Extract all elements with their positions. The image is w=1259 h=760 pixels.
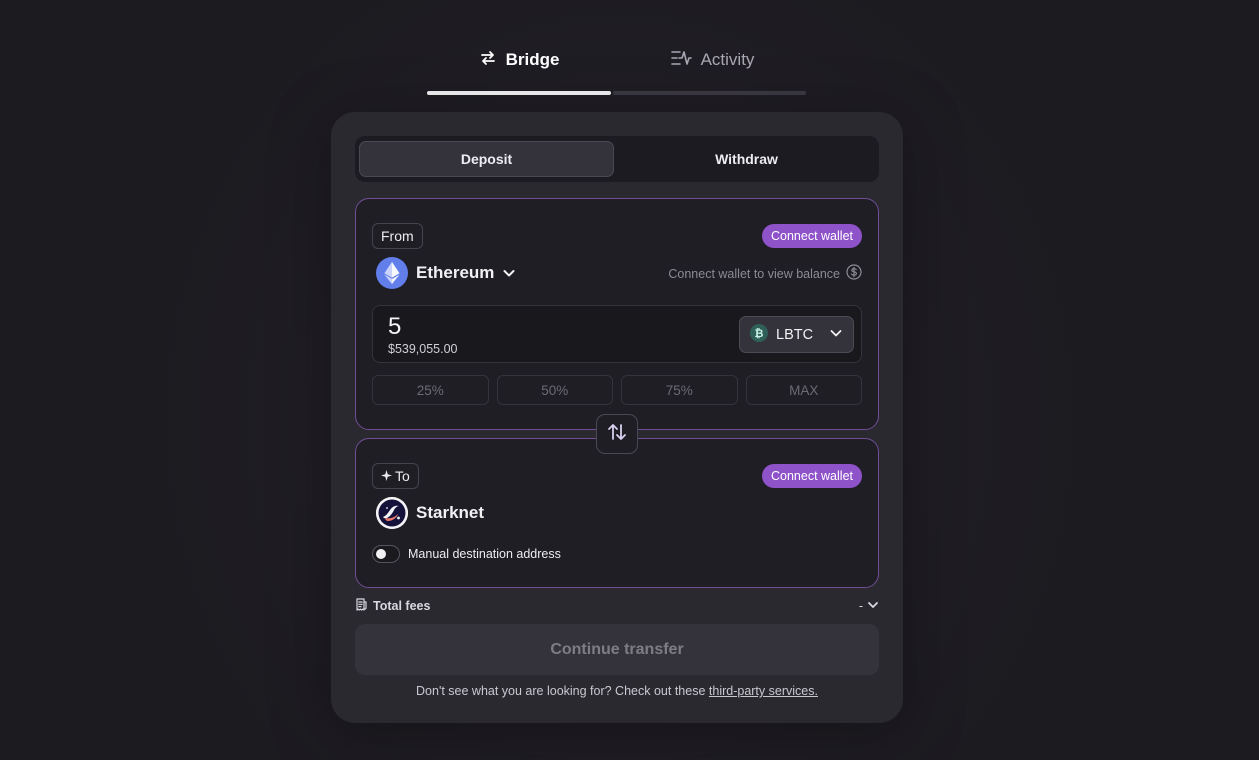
withdraw-button[interactable]: Withdraw	[618, 141, 875, 177]
top-tabs: Bridge Activity	[427, 40, 806, 96]
token-selector[interactable]: ₿ LBTC	[739, 316, 854, 353]
percent-buttons: 25% 50% 75% MAX	[372, 375, 862, 405]
tab-activity-label: Activity	[700, 50, 755, 69]
arrows-swap-icon	[479, 49, 497, 72]
sparkle-icon	[381, 468, 392, 484]
percent-25-button[interactable]: 25%	[372, 375, 489, 405]
fees-expand-toggle[interactable]: -	[859, 599, 879, 614]
total-fees: Total fees	[355, 598, 430, 614]
amount-input-box[interactable]: 5 $539,055.00 ₿ LBTC	[372, 305, 862, 363]
footer-note-text: Don't see what you are looking for? Chec…	[416, 684, 706, 698]
dollar-coin-icon	[846, 264, 862, 283]
chevron-down-icon[interactable]	[502, 266, 516, 280]
manual-address-label: Manual destination address	[408, 547, 561, 561]
bitcoin-token-icon: ₿	[750, 323, 768, 346]
active-tab-indicator	[427, 91, 611, 95]
ethereum-icon	[376, 257, 408, 289]
total-fees-value: -	[858, 599, 863, 613]
to-label-text: To	[395, 468, 410, 484]
from-chain-selector[interactable]: Ethereum	[376, 257, 516, 289]
toggle-knob	[376, 549, 386, 559]
max-button[interactable]: MAX	[745, 375, 862, 405]
token-name: LBTC	[776, 326, 814, 343]
to-chain-name: Starknet	[416, 503, 485, 522]
starknet-icon	[376, 497, 408, 529]
receipt-icon	[355, 598, 368, 614]
chevron-down-icon	[829, 326, 843, 344]
third-party-services-link[interactable]: third-party services.	[709, 684, 818, 698]
manual-address-toggle[interactable]	[372, 545, 400, 563]
to-chain-display: Starknet	[376, 497, 484, 529]
from-label-text: From	[381, 228, 414, 244]
percent-75-button[interactable]: 75%	[621, 375, 738, 405]
from-connect-wallet-button[interactable]: Connect wallet	[762, 224, 862, 248]
mode-switch: Deposit Withdraw	[355, 136, 879, 182]
manual-address-row: Manual destination address	[372, 545, 561, 563]
from-panel: From Connect wallet Ethereum Connect wal…	[355, 198, 879, 430]
bridge-card: Deposit Withdraw From Connect wallet Eth…	[331, 112, 903, 723]
swap-direction-button[interactable]	[596, 414, 638, 454]
swap-arrows-icon	[606, 421, 628, 448]
tab-bridge-label: Bridge	[505, 50, 560, 69]
to-label: To	[372, 463, 419, 489]
deposit-button[interactable]: Deposit	[359, 141, 614, 177]
tab-track	[613, 91, 806, 95]
percent-50-button[interactable]: 50%	[496, 375, 613, 405]
balance-hint: Connect wallet to view balance	[668, 264, 862, 283]
to-connect-wallet-button[interactable]: Connect wallet	[762, 464, 862, 488]
from-label: From	[372, 223, 423, 249]
chevron-down-icon	[867, 599, 879, 614]
tab-bridge[interactable]: Bridge	[427, 40, 611, 80]
footer-note: Don't see what you are looking for? Chec…	[331, 684, 903, 698]
tab-activity[interactable]: Activity	[619, 40, 806, 80]
amount-input[interactable]: 5	[388, 313, 401, 341]
to-panel: To Connect wallet Starknet Manual destin…	[355, 438, 879, 588]
balance-hint-text: Connect wallet to view balance	[668, 266, 840, 281]
fees-row: Total fees -	[355, 598, 879, 614]
activity-icon	[670, 49, 692, 72]
total-fees-label: Total fees	[373, 599, 431, 613]
from-chain-name: Ethereum	[416, 263, 495, 282]
amount-usd-value: $539,055.00	[388, 342, 458, 356]
svg-text:₿: ₿	[755, 327, 764, 340]
continue-transfer-button[interactable]: Continue transfer	[355, 624, 879, 675]
